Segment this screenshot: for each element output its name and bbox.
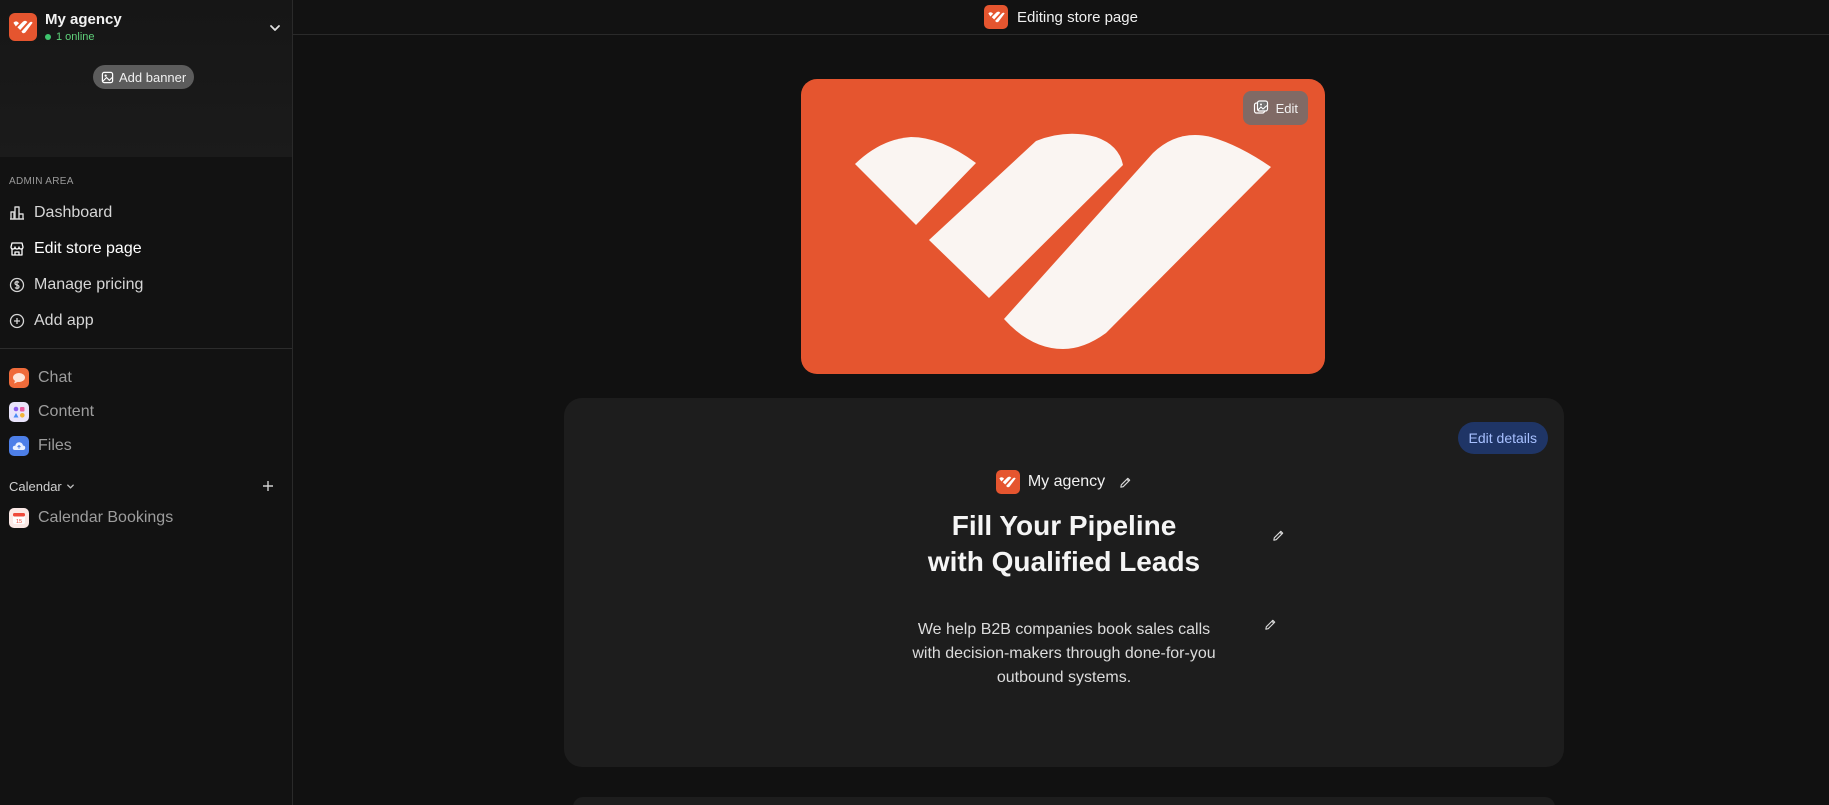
page-title: Editing store page: [1017, 8, 1138, 26]
add-banner-label: Add banner: [119, 69, 187, 85]
bar-chart-icon: [10, 206, 24, 220]
sidebar-item-files[interactable]: Files: [9, 432, 279, 460]
store-headline: Fill Your Pipeline with Qualified Leads: [564, 508, 1564, 580]
plus-circle-icon: [9, 313, 25, 329]
headline-line-1: Fill Your Pipeline: [951, 510, 1177, 541]
sidebar-item-calendar-bookings[interactable]: 15 Calendar Bookings: [9, 504, 279, 532]
store-description: We help B2B companies book sales calls w…: [564, 618, 1564, 690]
files-app-icon: [9, 436, 29, 456]
description-line-2: with decision-makers through done-for-yo…: [912, 645, 1216, 662]
store-banner-image: Edit: [801, 79, 1325, 374]
sidebar-item-label: Content: [38, 403, 95, 420]
workspace-logo: [984, 5, 1009, 29]
image-edit-icon: [1253, 100, 1268, 114]
topbar: Editing store page: [293, 0, 1829, 35]
edit-banner-label: Edit: [1275, 100, 1298, 116]
sidebar: My agency 1 online Add banner ADMIN AREA…: [0, 0, 293, 805]
sidebar-divider: [0, 348, 292, 349]
workspace-name: My agency: [45, 11, 122, 28]
admin-area-label: ADMIN AREA: [9, 176, 74, 187]
sidebar-item-label: Dashboard: [34, 204, 113, 221]
content-app-icon: [9, 402, 29, 422]
sidebar-item-add-app[interactable]: Add app: [9, 307, 279, 335]
online-status: 1 online: [45, 31, 122, 43]
description-line-3: outbound systems.: [996, 669, 1132, 686]
svg-text:15: 15: [16, 519, 22, 525]
sidebar-item-label: Chat: [38, 369, 72, 386]
calendar-app-icon: 15: [9, 508, 29, 528]
chevron-down-icon: [66, 483, 74, 489]
sidebar-item-edit-store-page[interactable]: Edit store page: [9, 235, 279, 263]
image-icon: [101, 71, 114, 83]
edit-description-pencil-icon[interactable]: [1264, 618, 1277, 631]
add-banner-button[interactable]: Add banner: [93, 65, 195, 89]
dollar-circle-icon: [9, 277, 25, 293]
next-section-card: [573, 797, 1555, 805]
edit-headline-pencil-icon[interactable]: [1272, 529, 1285, 542]
sidebar-item-label: Edit store page: [34, 240, 142, 257]
workspace-switcher[interactable]: My agency 1 online: [9, 10, 285, 44]
chevron-down-icon[interactable]: [265, 18, 285, 38]
calendar-section-label: Calendar: [9, 478, 62, 494]
store-name: My agency: [1027, 473, 1106, 490]
workspace-header: My agency 1 online Add banner: [0, 0, 292, 157]
chat-app-icon: [9, 368, 29, 388]
store-name-row: My agency: [564, 470, 1564, 494]
sidebar-item-label: Manage pricing: [34, 276, 144, 293]
calendar-section-toggle[interactable]: Calendar: [9, 476, 76, 496]
store-icon: [10, 242, 24, 256]
store-details-card: Edit details My agency Fill Your Pipelin…: [564, 398, 1564, 767]
workspace-logo: [9, 13, 37, 41]
description-line-1: We help B2B companies book sales calls: [917, 621, 1211, 638]
edit-banner-button[interactable]: Edit: [1242, 91, 1308, 125]
online-dot-icon: [45, 34, 51, 40]
sidebar-item-label: Files: [38, 437, 72, 454]
sidebar-item-label: Add app: [34, 312, 94, 329]
edit-name-pencil-icon[interactable]: [1119, 476, 1132, 489]
sidebar-item-dashboard[interactable]: Dashboard: [9, 199, 279, 227]
online-status-text: 1 online: [56, 31, 95, 43]
plus-icon: [263, 481, 273, 491]
edit-details-button[interactable]: Edit details: [1457, 422, 1548, 454]
store-logo: [995, 470, 1020, 494]
sidebar-item-chat[interactable]: Chat: [9, 364, 279, 392]
sidebar-item-label: Calendar Bookings: [38, 509, 174, 526]
headline-line-2: with Qualified Leads: [927, 546, 1201, 577]
sidebar-item-content[interactable]: Content: [9, 398, 279, 426]
add-calendar-button[interactable]: [260, 476, 276, 496]
sidebar-item-manage-pricing[interactable]: Manage pricing: [9, 271, 279, 299]
app: My agency 1 online Add banner ADMIN AREA…: [0, 0, 1829, 805]
